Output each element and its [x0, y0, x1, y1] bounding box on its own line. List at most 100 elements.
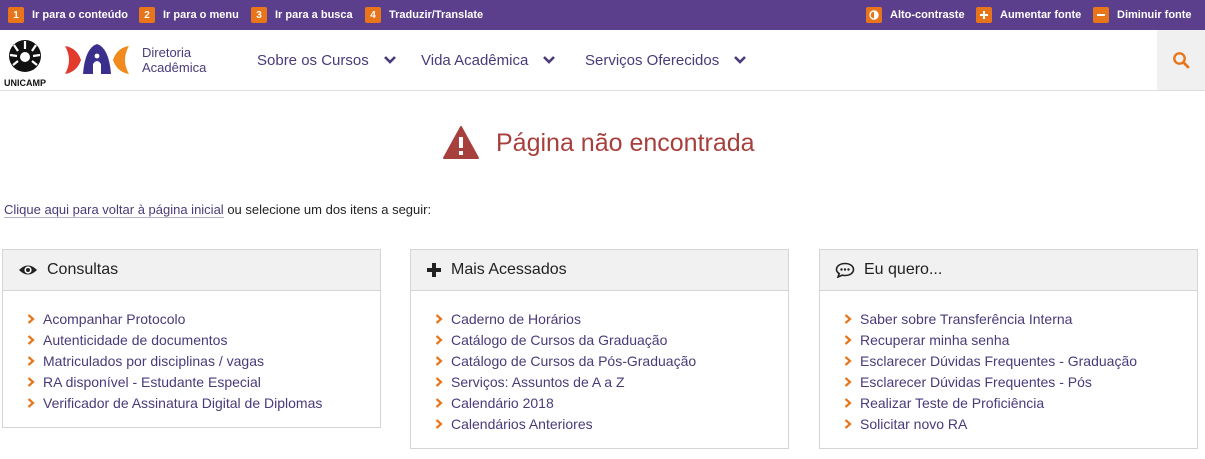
home-link[interactable]: Clique aqui para voltar à página inicial — [4, 202, 224, 218]
list-item[interactable]: Solicitar novo RA — [844, 413, 1197, 434]
plus-icon — [976, 7, 992, 23]
chevron-down-icon — [543, 56, 556, 64]
high-contrast-label: Alto-contraste — [890, 9, 965, 21]
nav-servicos-oferecidos[interactable]: Serviços Oferecidos — [585, 30, 747, 90]
list-item-label: Calendários Anteriores — [451, 415, 593, 432]
chevron-down-icon — [383, 56, 396, 64]
list-item-label: Calendário 2018 — [451, 394, 554, 411]
list-item[interactable]: Esclarecer Dúvidas Frequentes - Pós — [844, 371, 1197, 392]
unicamp-logo[interactable]: UNICAMP — [2, 36, 48, 88]
shortcut-key-badge: 1 — [8, 7, 24, 23]
list-item[interactable]: Recuperar minha senha — [844, 329, 1197, 350]
chevron-right-icon — [844, 397, 852, 408]
list-item[interactable]: RA disponível - Estudante Especial — [27, 371, 380, 392]
chevron-right-icon — [435, 355, 443, 366]
panel-title: Eu quero... — [864, 261, 943, 278]
shortcut-key-badge: 3 — [251, 7, 267, 23]
decrease-font-button[interactable]: Diminuir fonte — [1093, 0, 1192, 30]
chevron-right-icon — [27, 397, 35, 408]
list-item[interactable]: Catálogo de Cursos da Pós-Graduação — [435, 350, 788, 371]
nav-sobre-os-cursos[interactable]: Sobre os Cursos — [257, 30, 397, 90]
chevron-right-icon — [27, 313, 35, 324]
panel-header: Eu quero... — [820, 250, 1197, 291]
chevron-right-icon — [27, 355, 35, 366]
chevron-right-icon — [844, 376, 852, 387]
list-item[interactable]: Calendário 2018 — [435, 392, 788, 413]
nav-label: Vida Acadêmica — [421, 51, 529, 69]
site-name[interactable]: Diretoria Acadêmica — [142, 45, 206, 75]
list-item-label: Caderno de Horários — [451, 310, 581, 327]
high-contrast-toggle[interactable]: Alto-contraste — [866, 0, 965, 30]
panel-link-list: Acompanhar Protocolo Autenticidade de do… — [3, 291, 380, 427]
list-item-label: Recuperar minha senha — [860, 331, 1010, 348]
list-item-label: Esclarecer Dúvidas Frequentes - Pós — [860, 373, 1092, 390]
accessibility-bar: 1 Ir para o conteúdo 2 Ir para o menu 3 … — [0, 0, 1205, 30]
chevron-right-icon — [27, 376, 35, 387]
nav-label: Serviços Oferecidos — [585, 51, 720, 69]
skip-to-search-link[interactable]: 3 Ir para a busca — [251, 0, 353, 30]
chevron-right-icon — [27, 334, 35, 345]
list-item[interactable]: Catálogo de Cursos da Graduação — [435, 329, 788, 350]
list-item[interactable]: Serviços: Assuntos de A a Z — [435, 371, 788, 392]
chevron-right-icon — [435, 313, 443, 324]
skip-link-label: Ir para o menu — [163, 9, 239, 21]
panel-header: Consultas — [3, 250, 380, 291]
list-item[interactable]: Saber sobre Transferência Interna — [844, 308, 1197, 329]
nav-label: Sobre os Cursos — [257, 51, 369, 69]
site-name-line2: Acadêmica — [142, 60, 207, 75]
unicamp-logo-text: UNICAMP — [4, 78, 46, 88]
plus-icon — [427, 263, 441, 277]
search-button[interactable] — [1157, 30, 1205, 90]
list-item-label: Catálogo de Cursos da Graduação — [451, 331, 668, 348]
list-item-label: Autenticidade de documentos — [43, 331, 228, 348]
site-name-line1: Diretoria — [142, 45, 192, 60]
panel-consultas: Consultas Acompanhar Protocolo Autentici… — [2, 249, 381, 428]
list-item-label: Catálogo de Cursos da Pós-Graduação — [451, 352, 697, 369]
panel-link-list: Saber sobre Transferência Interna Recupe… — [820, 291, 1197, 448]
dac-logo[interactable] — [63, 42, 131, 78]
list-item[interactable]: Verificador de Assinatura Digital de Dip… — [27, 392, 380, 413]
increase-font-label: Aumentar fonte — [1000, 9, 1082, 21]
translate-link[interactable]: 4 Traduzir/Translate — [365, 0, 483, 30]
skip-to-content-link[interactable]: 1 Ir para o conteúdo — [8, 0, 128, 30]
panel-title: Consultas — [47, 261, 119, 278]
skip-link-label: Ir para o conteúdo — [32, 9, 128, 21]
shortcut-key-badge: 2 — [139, 7, 155, 23]
chevron-right-icon — [844, 334, 852, 345]
panel-link-list: Caderno de Horários Catálogo de Cursos d… — [411, 291, 788, 448]
panel-mais-acessados: Mais Acessados Caderno de Horários Catál… — [410, 249, 789, 449]
list-item-label: Realizar Teste de Proficiência — [860, 394, 1045, 411]
panel-eu-quero: Eu quero... Saber sobre Transferência In… — [819, 249, 1198, 449]
error-title-text: Página não encontrada — [496, 128, 755, 157]
panel-title: Mais Acessados — [451, 261, 567, 278]
list-item[interactable]: Calendários Anteriores — [435, 413, 788, 434]
list-item-label: Esclarecer Dúvidas Frequentes - Graduaçã… — [860, 352, 1138, 369]
list-item[interactable]: Autenticidade de documentos — [27, 329, 380, 350]
chevron-right-icon — [435, 376, 443, 387]
site-header: UNICAMP Diretoria Acadêmica Sobre os Cur… — [0, 30, 1205, 91]
list-item-label: Verificador de Assinatura Digital de Dip… — [43, 394, 323, 411]
list-item-label: Acompanhar Protocolo — [43, 310, 186, 327]
list-item[interactable]: Esclarecer Dúvidas Frequentes - Graduaçã… — [844, 350, 1197, 371]
list-item[interactable]: Matriculados por disciplinas / vagas — [27, 350, 380, 371]
intro-text: Clique aqui para voltar à página inicial… — [4, 202, 432, 218]
list-item-label: Solicitar novo RA — [860, 415, 968, 432]
chevron-right-icon — [844, 313, 852, 324]
list-item-label: Serviços: Assuntos de A a Z — [451, 373, 625, 390]
decrease-font-label: Diminuir fonte — [1117, 9, 1192, 21]
increase-font-button[interactable]: Aumentar fonte — [976, 0, 1081, 30]
chevron-right-icon — [844, 418, 852, 429]
minus-icon — [1093, 7, 1109, 23]
chevron-down-icon — [734, 56, 747, 64]
list-item-label: Matriculados por disciplinas / vagas — [43, 352, 264, 369]
intro-rest-text: ou selecione um dos itens a seguir: — [223, 202, 432, 217]
warning-icon — [443, 126, 479, 159]
skip-to-menu-link[interactable]: 2 Ir para o menu — [139, 0, 239, 30]
skip-link-label: Ir para a busca — [275, 9, 353, 21]
list-item[interactable]: Realizar Teste de Proficiência — [844, 392, 1197, 413]
chevron-right-icon — [435, 418, 443, 429]
list-item[interactable]: Acompanhar Protocolo — [27, 308, 380, 329]
list-item[interactable]: Caderno de Horários — [435, 308, 788, 329]
panel-header: Mais Acessados — [411, 250, 788, 291]
nav-vida-academica[interactable]: Vida Acadêmica — [421, 30, 556, 90]
